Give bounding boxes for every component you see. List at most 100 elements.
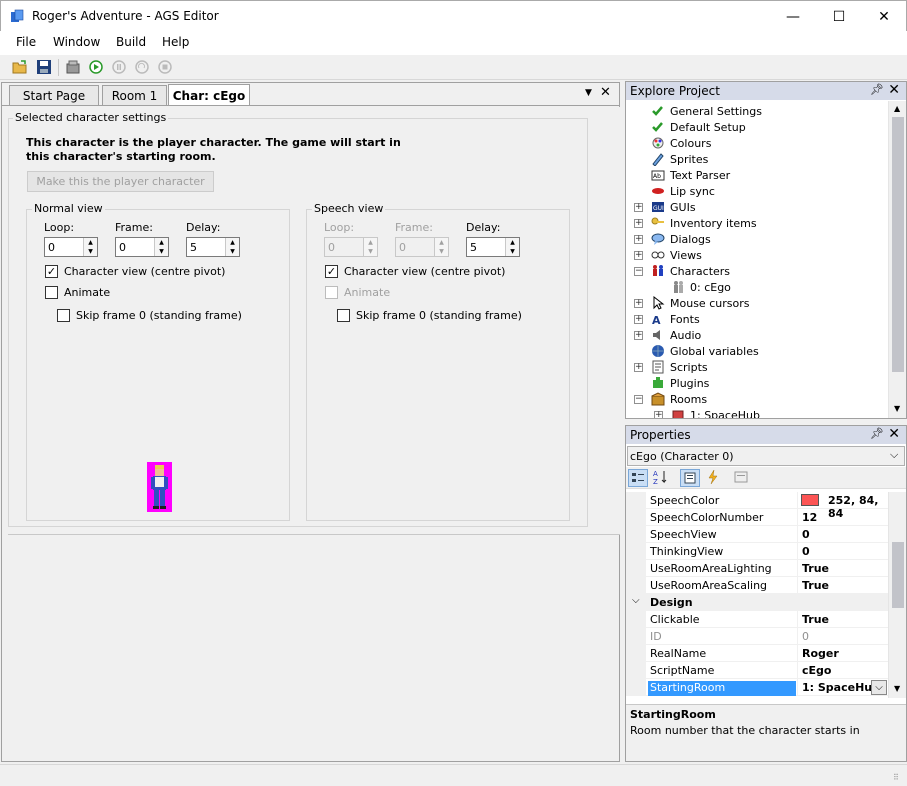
speech-skip-frame-checkbox[interactable] (337, 309, 350, 322)
collapse-icon[interactable]: − (634, 267, 643, 276)
expand-icon[interactable]: + (654, 411, 663, 418)
tree-item-colours[interactable]: Colours (651, 135, 711, 151)
close-tab-icon[interactable]: ✕ (600, 85, 611, 100)
property-row-design[interactable]: ⌵ Design (626, 594, 888, 611)
tab-start-page[interactable]: Start Page (9, 85, 99, 106)
pin-icon[interactable]: 📌︎ (870, 427, 884, 440)
expand-icon[interactable]: + (634, 235, 643, 244)
expand-icon[interactable]: + (634, 363, 643, 372)
property-value[interactable]: True (802, 613, 829, 626)
tree-item-plugins[interactable]: Plugins (651, 375, 709, 391)
chevron-down-icon[interactable]: ⌵ (890, 448, 898, 462)
down-arrow-icon[interactable]: ▼ (226, 247, 239, 256)
object-selector[interactable]: cEgo (Character 0) ⌵ (627, 446, 905, 466)
normal-loop-stepper[interactable]: 0 ▲ ▼ (44, 237, 98, 257)
normal-skip-frame-checkbox[interactable] (57, 309, 70, 322)
tree-item-views[interactable]: Views (651, 247, 702, 263)
expand-icon[interactable]: + (634, 251, 643, 260)
properties-scrollbar[interactable]: ▼ (888, 492, 906, 698)
tree-item-dialogs[interactable]: Dialogs (651, 231, 711, 247)
property-row-startingroom[interactable]: StartingRoom 1: SpaceHub ⌵ (626, 679, 888, 696)
explorer-scroll-thumb[interactable] (892, 117, 904, 372)
down-arrow-icon[interactable]: ▼ (155, 247, 168, 256)
properties-scroll-thumb[interactable] (892, 542, 904, 608)
tab-list-dropdown-icon[interactable]: ▼ (585, 88, 592, 98)
speech-loop-stepper[interactable]: 0 ▲ ▼ (324, 237, 378, 257)
property-value[interactable]: cEgo (802, 664, 831, 677)
categorized-icon[interactable] (628, 469, 648, 487)
menu-help[interactable]: Help (162, 35, 189, 49)
property-row-speechcolor[interactable]: SpeechColor 252, 84, 84 (626, 492, 888, 520)
speech-animate-checkbox[interactable] (325, 286, 338, 299)
make-player-character-button[interactable]: Make this the player character (27, 171, 214, 192)
collapse-icon[interactable]: − (634, 395, 643, 404)
build-icon[interactable] (65, 59, 81, 75)
up-arrow-icon[interactable]: ▲ (506, 238, 519, 247)
tree-item-global-variables[interactable]: Global variables (651, 343, 759, 359)
property-row-useroomareascaling[interactable]: UseRoomAreaScaling True (626, 577, 888, 594)
property-value[interactable]: True (802, 562, 829, 575)
tree-item-guis[interactable]: GUI GUIs (651, 199, 696, 215)
tree-item-rooms[interactable]: Rooms (651, 391, 707, 407)
scroll-down-icon[interactable]: ▼ (894, 684, 900, 693)
save-icon[interactable] (36, 59, 52, 75)
scroll-up-icon[interactable]: ▲ (894, 104, 900, 113)
expand-icon[interactable]: + (634, 299, 643, 308)
explorer-scrollbar[interactable]: ▲ ▼ (888, 101, 906, 418)
tree-item-inventory-items[interactable]: Inventory items (651, 215, 757, 231)
tree-item-audio[interactable]: Audio (651, 327, 701, 343)
down-arrow-icon[interactable]: ▼ (506, 247, 519, 256)
events-lightning-icon[interactable] (704, 469, 724, 487)
property-value[interactable]: 0 (802, 528, 810, 541)
property-row-clickable[interactable]: Clickable True (626, 611, 888, 628)
tree-item-default-setup[interactable]: Default Setup (651, 119, 746, 135)
scroll-down-icon[interactable]: ▼ (894, 404, 900, 413)
expand-icon[interactable]: + (634, 219, 643, 228)
menu-build[interactable]: Build (116, 35, 146, 49)
property-row-thinkingview[interactable]: ThinkingView 0 (626, 543, 888, 560)
up-arrow-icon[interactable]: ▲ (84, 238, 97, 247)
tree-item-fonts[interactable]: A Fonts (651, 311, 700, 327)
normal-delay-stepper[interactable]: 5 ▲ ▼ (186, 237, 240, 257)
property-row-realname[interactable]: RealName Roger (626, 645, 888, 662)
property-value[interactable]: 12 (802, 511, 817, 524)
expand-icon[interactable]: + (634, 331, 643, 340)
tree-item-lip-sync[interactable]: Lip sync (651, 183, 715, 199)
normal-frame-stepper[interactable]: 0 ▲ ▼ (115, 237, 169, 257)
property-row-scriptname[interactable]: ScriptName cEgo (626, 662, 888, 679)
speech-frame-stepper[interactable]: 0 ▲ ▼ (395, 237, 449, 257)
property-value[interactable]: Roger (802, 647, 839, 660)
property-row-useroomarealighting[interactable]: UseRoomAreaLighting True (626, 560, 888, 577)
collapse-category-icon[interactable]: ⌵ (632, 595, 640, 606)
expand-icon[interactable]: + (634, 203, 643, 212)
expand-icon[interactable]: + (634, 315, 643, 324)
property-value[interactable]: 0 (802, 630, 809, 643)
alphabetical-sort-icon[interactable]: AZ (651, 469, 671, 487)
resize-grip-icon[interactable]: ⠿ (893, 773, 899, 782)
close-panel-icon[interactable]: ✕ (888, 426, 900, 442)
property-row-speechcolornumber[interactable]: SpeechColorNumber 12 (626, 509, 888, 526)
property-value[interactable]: 0 (802, 545, 810, 558)
properties-view-icon[interactable] (680, 469, 700, 487)
close-panel-icon[interactable]: ✕ (888, 82, 900, 98)
tree-item-1-spacehub[interactable]: 1: SpaceHub (671, 407, 760, 418)
speech-delay-stepper[interactable]: 5 ▲ ▼ (466, 237, 520, 257)
maximize-button[interactable]: ☐ (816, 2, 862, 31)
property-row-id[interactable]: ID 0 (626, 628, 888, 645)
tab-room-1[interactable]: Room 1 (102, 85, 167, 106)
speech-character-view-checkbox[interactable]: ✓ (325, 265, 338, 278)
tab-char-cego[interactable]: Char: cEgo (168, 84, 250, 106)
run-icon[interactable] (88, 59, 104, 75)
pin-icon[interactable]: 📌︎ (870, 83, 884, 96)
property-row-speechview[interactable]: SpeechView 0 (626, 526, 888, 543)
tree-item-general-settings[interactable]: General Settings (651, 103, 762, 119)
tree-item-sprites[interactable]: Sprites (651, 151, 708, 167)
dropdown-chevron-icon[interactable]: ⌵ (871, 680, 887, 695)
up-arrow-icon[interactable]: ▲ (226, 238, 239, 247)
tree-item-0-cego[interactable]: 0: cEgo (671, 279, 731, 295)
tree-item-mouse-cursors[interactable]: Mouse cursors (651, 295, 749, 311)
menu-file[interactable]: File (16, 35, 36, 49)
tree-item-scripts[interactable]: Scripts (651, 359, 708, 375)
normal-character-view-checkbox[interactable]: ✓ (45, 265, 58, 278)
menu-window[interactable]: Window (53, 35, 100, 49)
